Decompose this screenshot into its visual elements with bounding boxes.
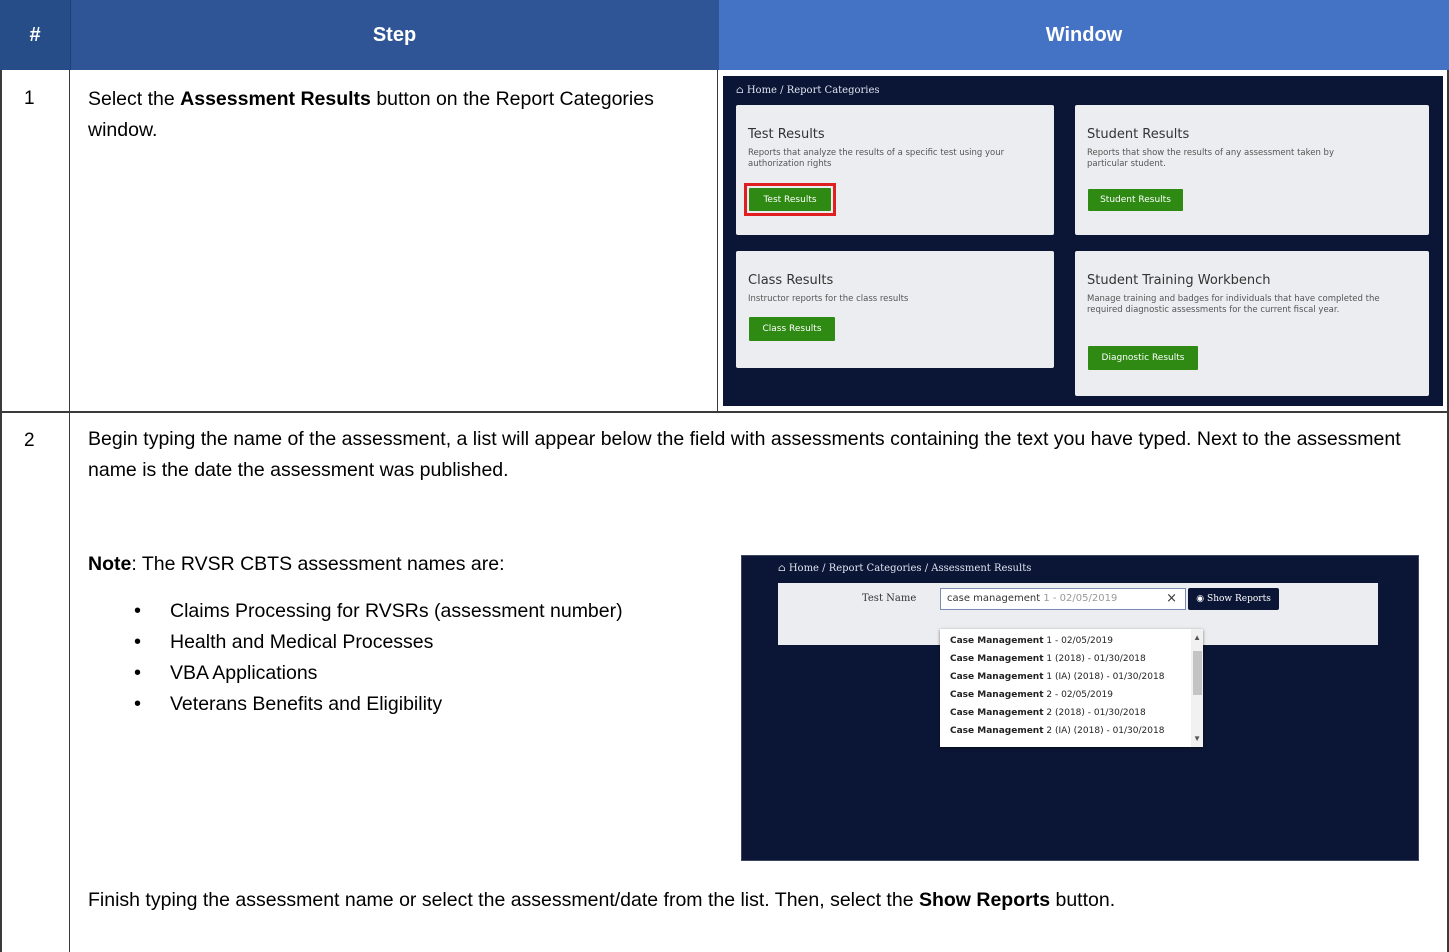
option-detail: 1 (2018) - 01/30/2018 (1043, 654, 1146, 664)
assessment-results-emphasis: Assessment Results (180, 88, 371, 110)
option-detail: 2 (2018) - 01/30/2018 (1043, 708, 1146, 718)
input-hint: 1 - 02/05/2019 (1040, 593, 1118, 604)
home-icon: ⌂ (778, 563, 786, 574)
note-text: : The RVSR CBTS assessment names are: (131, 553, 505, 575)
option-name: Case Management (950, 636, 1044, 646)
card-title: Test Results (748, 127, 825, 142)
list-item: Health and Medical Processes (126, 627, 706, 658)
eye-icon: ◉ (1196, 594, 1205, 604)
test-name-input[interactable]: case management 1 - 02/05/2019 × (940, 588, 1186, 610)
header-number: # (0, 0, 70, 70)
dropdown-option[interactable]: Case Management 2 (2018) - 01/30/2018 (950, 708, 1146, 718)
test-results-card: Test Results Reports that analyze the re… (736, 105, 1054, 235)
option-detail: 2 (IA) (2018) - 01/30/2018 (1043, 726, 1165, 736)
header-window: Window (718, 0, 1449, 70)
option-name: Case Management (950, 690, 1044, 700)
highlight-box (744, 183, 836, 216)
breadcrumb-text: Home / Report Categories / Assessment Re… (788, 563, 1032, 574)
note-line: Note: The RVSR CBTS assessment names are… (88, 549, 708, 580)
option-name: Case Management (950, 672, 1044, 682)
student-training-workbench-card: Student Training Workbench Manage traini… (1075, 251, 1429, 396)
student-results-card: Student Results Reports that show the re… (1075, 105, 1429, 235)
dropdown-option[interactable]: Case Management 1 (2018) - 01/30/2018 (950, 654, 1146, 664)
card-title: Student Training Workbench (1087, 273, 1271, 288)
option-detail: 1 - 02/05/2019 (1043, 636, 1113, 646)
scroll-down-icon[interactable]: ▼ (1193, 734, 1201, 743)
step-2-finish: Finish typing the assessment name or sel… (88, 885, 1428, 916)
row-divider (0, 411, 1449, 413)
dropdown-option[interactable]: Case Management 1 (IA) (2018) - 01/30/20… (950, 672, 1164, 682)
card-title: Student Results (1087, 127, 1190, 142)
show-reports-emphasis: Show Reports (918, 889, 1051, 911)
test-name-label: Test Name (862, 593, 917, 604)
dropdown-option[interactable]: Case Management 2 - 02/05/2019 (950, 690, 1113, 700)
card-description: Manage training and badges for individua… (1087, 294, 1380, 315)
card-description: Reports that show the results of any ass… (1087, 148, 1334, 169)
header-step: Step (70, 0, 718, 70)
dropdown-option[interactable]: Case Management 1 - 02/05/2019 (950, 636, 1113, 646)
home-icon: ⌂ (736, 85, 744, 96)
student-results-button[interactable]: Student Results (1088, 189, 1183, 211)
table-border-left (0, 70, 2, 952)
list-item: VBA Applications (126, 658, 706, 689)
step-2-intro: Begin typing the name of the assessment,… (88, 428, 1401, 481)
list-item: Claims Processing for RVSRs (assessment … (126, 596, 706, 627)
step-1-text-pre: Select the (88, 88, 181, 110)
dropdown-scrollbar[interactable]: ▲ ▼ (1191, 629, 1203, 747)
scroll-up-icon[interactable]: ▲ (1193, 633, 1201, 642)
breadcrumb: ⌂ Home / Report Categories (736, 85, 880, 96)
assessment-dropdown[interactable]: Case Management 1 - 02/05/2019 Case Mana… (940, 629, 1203, 747)
step-number-2: 2 (24, 430, 35, 451)
option-detail: 1 (IA) (2018) - 01/30/2018 (1043, 672, 1165, 682)
input-value: case management (947, 593, 1041, 604)
assessment-results-screenshot: ⌂ Home / Report Categories / Assessment … (741, 555, 1419, 861)
class-results-card: Class Results Instructor reports for the… (736, 251, 1054, 368)
note-label: Note (88, 553, 132, 575)
breadcrumb: ⌂ Home / Report Categories / Assessment … (778, 563, 1031, 574)
report-categories-screenshot: ⌂ Home / Report Categories Test Results … (723, 76, 1443, 406)
card-title: Class Results (748, 273, 834, 288)
step-number-1: 1 (24, 88, 35, 109)
column-divider-num (69, 70, 70, 952)
list-item: Veterans Benefits and Eligibility (126, 689, 706, 720)
dropdown-option[interactable]: Case Management 2 (IA) (2018) - 01/30/20… (950, 726, 1164, 736)
assessment-names-list: Claims Processing for RVSRs (assessment … (126, 596, 706, 720)
diagnostic-results-button[interactable]: Diagnostic Results (1088, 346, 1198, 370)
show-reports-label: Show Reports (1207, 594, 1271, 604)
breadcrumb-text: Home / Report Categories (746, 85, 880, 96)
class-results-button[interactable]: Class Results (749, 317, 835, 341)
scrollbar-thumb[interactable] (1193, 651, 1202, 695)
finish-text-pre: Finish typing the assessment name or sel… (88, 889, 919, 911)
column-divider-step (717, 70, 718, 412)
card-description: Reports that analyze the results of a sp… (748, 148, 1005, 169)
clear-icon[interactable]: × (1166, 591, 1177, 606)
option-name: Case Management (950, 726, 1044, 736)
card-description: Instructor reports for the class results (748, 294, 909, 304)
option-name: Case Management (950, 654, 1044, 664)
show-reports-button[interactable]: ◉ Show Reports (1188, 588, 1279, 610)
option-detail: 2 - 02/05/2019 (1043, 690, 1113, 700)
finish-text-post: button. (1050, 889, 1116, 911)
step-1-text: Select the Assessment Results button on … (88, 84, 698, 146)
option-name: Case Management (950, 708, 1044, 718)
